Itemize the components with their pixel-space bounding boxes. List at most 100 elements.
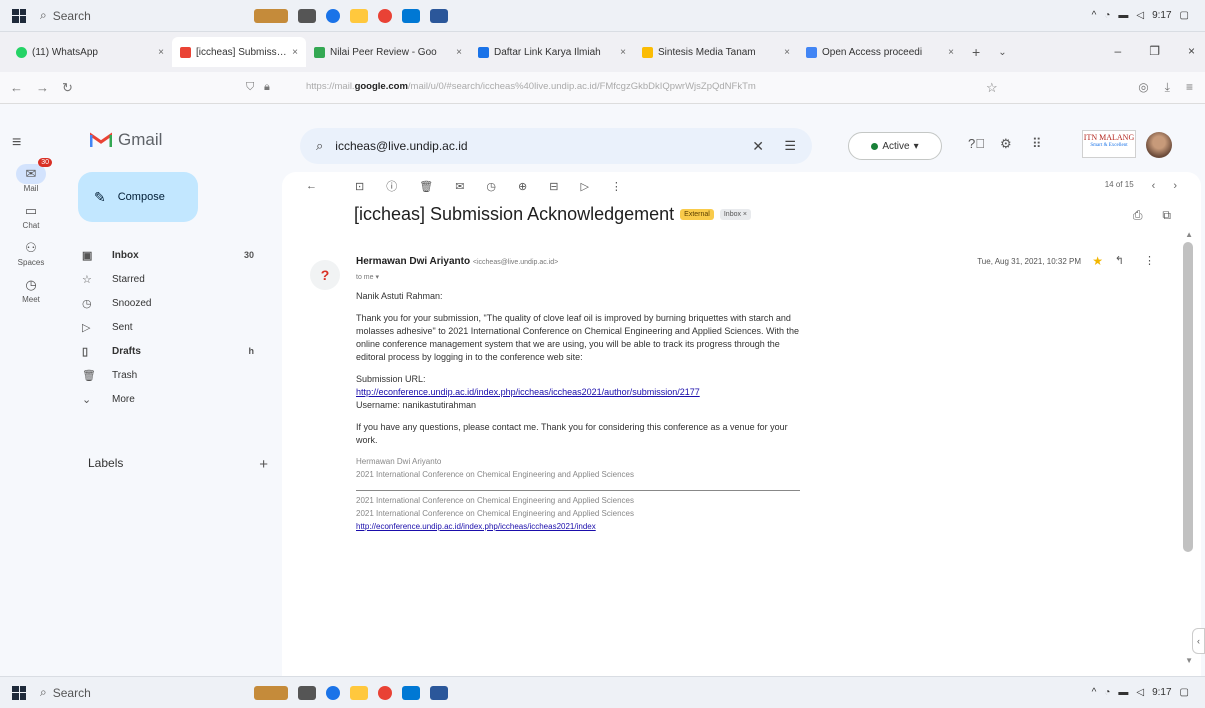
menu-icon[interactable]: ≡ [1186, 80, 1193, 95]
restore-icon[interactable]: ❐ [1149, 44, 1160, 58]
tray-chevron-icon[interactable]: ^ [1092, 687, 1097, 698]
battery-icon[interactable]: ▬ [1118, 687, 1128, 698]
compose-button[interactable]: ✎ Compose [78, 172, 198, 222]
settings-gear-icon[interactable]: ⚙ [1000, 136, 1012, 152]
close-tab-icon[interactable]: × [456, 47, 462, 58]
print-icon[interactable]: ⎙ [1133, 208, 1143, 223]
chrome-icon[interactable] [378, 8, 392, 23]
lock-icon[interactable]: 🔒︎ [264, 81, 270, 94]
scroll-down-icon[interactable]: ▼ [1185, 656, 1193, 665]
rail-item-spaces[interactable]: ⚇ Spaces [18, 238, 45, 267]
new-tab-icon[interactable]: + [972, 44, 980, 60]
clock-text[interactable]: 9:17 [1152, 10, 1171, 21]
task-view-icon[interactable] [298, 685, 316, 700]
download-icon[interactable]: ⤓ [1165, 80, 1170, 95]
wifi-icon[interactable]: ◔ [1104, 10, 1110, 21]
sender-name[interactable]: Hermawan Dwi Ariyanto [356, 256, 470, 267]
pocket-icon[interactable]: ◎ [1138, 80, 1148, 95]
search-input[interactable]: iccheas@live.undip.ac.id [335, 139, 467, 153]
shield-icon[interactable]: ⛉ [246, 81, 254, 94]
back-icon[interactable]: ← [10, 80, 26, 95]
mark-unread-icon[interactable]: ✉ [455, 180, 464, 193]
word-icon[interactable] [430, 8, 448, 23]
archive-icon[interactable]: ⊡ [355, 180, 364, 193]
delete-icon[interactable]: 🗑︎ [419, 180, 433, 193]
sidebar-item-inbox[interactable]: ▣ Inbox 30 [62, 244, 272, 266]
word-icon[interactable] [430, 685, 448, 700]
volume-icon[interactable]: ◁ [1136, 687, 1144, 698]
battery-icon[interactable]: ▬ [1118, 10, 1128, 21]
move-to-icon[interactable]: ⊟ [549, 180, 558, 193]
sidebar-item-more[interactable]: ⌄ More [62, 388, 272, 410]
account-avatar[interactable] [1146, 132, 1172, 158]
inbox-tag[interactable]: Inbox × [719, 209, 752, 220]
sidebar-item-trash[interactable]: 🗑︎ Trash [62, 364, 272, 386]
close-tab-icon[interactable]: × [948, 47, 954, 58]
sidebar-item-snoozed[interactable]: ◷ Snoozed [62, 292, 272, 314]
open-new-window-icon[interactable]: ⧉ [1162, 208, 1171, 223]
recipient-dropdown[interactable]: to me ▾ [356, 273, 379, 281]
clock-text[interactable]: 9:17 [1152, 687, 1171, 698]
store-icon[interactable] [402, 8, 420, 23]
rail-item-chat[interactable]: ▭ Chat [20, 201, 42, 230]
windows-start-icon[interactable] [12, 8, 26, 23]
tab-whatsapp[interactable]: (11) WhatsApp × [8, 37, 172, 67]
forward-icon[interactable]: → [36, 80, 52, 95]
tab-list-icon[interactable]: ⌄ [998, 47, 1006, 58]
chrome-icon[interactable] [378, 685, 392, 700]
edge-icon[interactable] [326, 8, 340, 23]
search-icon[interactable]: ⌕ [316, 138, 323, 154]
more-options-icon[interactable]: ⋮ [611, 180, 622, 193]
star-icon[interactable]: ★ [1092, 254, 1103, 268]
windows-start-icon[interactable] [12, 685, 26, 700]
sidebar-item-drafts[interactable]: ▯ Drafts h [62, 340, 272, 362]
bookmark-star-icon[interactable]: ☆ [986, 80, 998, 96]
report-spam-icon[interactable]: ⓘ [386, 178, 397, 194]
tab-sintesis[interactable]: Sintesis Media Tanam × [634, 37, 798, 67]
label-icon[interactable]: ▷ [580, 180, 588, 193]
sidebar-item-sent[interactable]: ▷ Sent [62, 316, 272, 338]
url-field[interactable]: https://mail.google.com/mail/u/0/#search… [306, 81, 756, 92]
taskbar-search[interactable]: ⌕ Search [40, 685, 210, 700]
store-icon[interactable] [402, 685, 420, 700]
taskbar-search[interactable]: ⌕ Search [40, 8, 210, 23]
snooze-icon[interactable]: ◷ [486, 180, 496, 193]
prev-email-icon[interactable]: ‹ [1152, 180, 1156, 192]
reply-icon[interactable]: ↰ [1115, 254, 1124, 267]
next-email-icon[interactable]: › [1173, 180, 1177, 192]
taskbar-app-icon[interactable] [254, 8, 288, 23]
volume-icon[interactable]: ◁ [1136, 10, 1144, 21]
sidebar-item-starred[interactable]: ☆ Starred [62, 268, 272, 290]
scroll-up-icon[interactable]: ▲ [1185, 230, 1193, 239]
tab-open-access[interactable]: Open Access proceedi × [798, 37, 962, 67]
tray-chevron-icon[interactable]: ^ [1092, 10, 1097, 21]
add-task-icon[interactable]: ⊕ [518, 180, 527, 193]
help-icon[interactable]: ?⃝ [968, 136, 985, 151]
add-label-icon[interactable]: + [259, 456, 268, 473]
close-window-icon[interactable]: × [1188, 44, 1195, 58]
close-tab-icon[interactable]: × [292, 47, 298, 58]
rail-item-mail[interactable]: ✉ 30 Mail [16, 158, 52, 193]
institution-logo[interactable]: ITN MALANG Smart & Excellent [1082, 130, 1136, 158]
file-explorer-icon[interactable] [350, 8, 368, 23]
submission-link[interactable]: http://econference.undip.ac.id/index.php… [356, 387, 700, 397]
status-dropdown[interactable]: Active ▾ [848, 132, 942, 160]
notification-icon[interactable]: ▢ [1180, 687, 1189, 698]
more-vert-icon[interactable]: ⋮ [1144, 254, 1155, 267]
task-view-icon[interactable] [298, 8, 316, 23]
reload-icon[interactable]: ↻ [62, 80, 78, 96]
back-to-inbox-icon[interactable]: ← [306, 180, 317, 192]
close-tab-icon[interactable]: × [620, 47, 626, 58]
clear-search-icon[interactable]: ✕ [752, 138, 764, 155]
edge-icon[interactable] [326, 685, 340, 700]
close-tab-icon[interactable]: × [784, 47, 790, 58]
search-options-icon[interactable]: ☰ [784, 138, 796, 154]
tab-daftar-link[interactable]: Daftar Link Karya Ilmiah × [470, 37, 634, 67]
rail-item-meet[interactable]: ◷ Meet [20, 275, 42, 304]
apps-grid-icon[interactable]: ⠿ [1032, 136, 1042, 152]
close-tab-icon[interactable]: × [158, 47, 164, 58]
search-bar[interactable]: ⌕ iccheas@live.undip.ac.id ✕ ☰ [300, 128, 812, 164]
side-panel-toggle-icon[interactable]: ‹ [1192, 628, 1205, 654]
wifi-icon[interactable]: ◔ [1104, 687, 1110, 698]
minimize-icon[interactable]: – [1115, 44, 1122, 58]
